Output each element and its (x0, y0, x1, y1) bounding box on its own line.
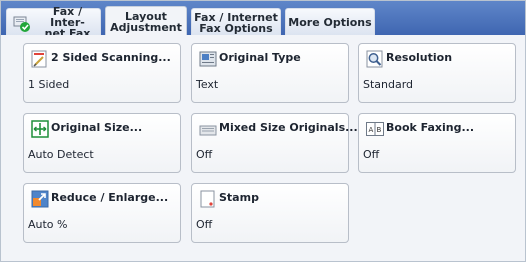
original-type-icon (199, 50, 217, 68)
fax-tab-icon (13, 15, 31, 33)
option-value: Off (196, 148, 213, 161)
option-value: Auto Detect (28, 148, 94, 161)
tab-label: Fax / Internet Fax Options (194, 10, 278, 35)
option-value: 1 Sided (28, 78, 70, 91)
option-title: Original Size... (51, 121, 143, 134)
resolution-icon (366, 50, 384, 68)
option-title: 2 Sided Scanning... (51, 51, 171, 64)
option-title: Stamp (219, 191, 259, 204)
mixed-size-originals-button[interactable]: Mixed Size Originals... Off (191, 113, 358, 173)
svg-text:A: A (369, 126, 374, 134)
duplex-scan-icon (31, 50, 49, 68)
reduce-enlarge-button[interactable]: Reduce / Enlarge... Auto % (23, 183, 181, 243)
option-value: Text (196, 78, 219, 91)
svg-text:B: B (377, 126, 382, 134)
tab-fax-internet-fax[interactable]: Fax / Inter- net Fax (6, 6, 101, 39)
tab-label: Layout Adjustment (110, 10, 182, 34)
stamp-button[interactable]: Stamp Off (191, 183, 349, 243)
resolution-button[interactable]: Resolution Standard (358, 43, 516, 103)
option-title: Book Faxing... (386, 121, 475, 134)
original-size-button[interactable]: Original Size... Auto Detect (23, 113, 181, 173)
option-value: Auto % (28, 218, 68, 231)
tab-more-options[interactable]: More Options (285, 8, 375, 36)
option-title: Mixed Size Originals... (219, 121, 358, 134)
stamp-icon (199, 190, 217, 208)
options-panel: 2 Sided Scanning... 1 Sided Original Typ… (1, 35, 525, 261)
option-title: Resolution (386, 51, 453, 64)
option-value: Standard (363, 78, 414, 91)
tab-bar: Fax / Inter- net Fax Layout Adjustment F… (1, 1, 525, 39)
two-sided-scanning-button[interactable]: 2 Sided Scanning... 1 Sided (23, 43, 181, 103)
mixed-size-icon (199, 120, 217, 138)
option-title: Reduce / Enlarge... (51, 191, 169, 204)
tab-label: More Options (288, 16, 372, 29)
fax-settings-window: Fax / Inter- net Fax Layout Adjustment F… (0, 0, 526, 262)
book-faxing-icon: A B (366, 120, 384, 138)
reduce-enlarge-icon (31, 190, 49, 208)
tab-fax-internet-fax-options[interactable]: Fax / Internet Fax Options (191, 8, 281, 36)
option-value: Off (363, 148, 380, 161)
option-title: Original Type (219, 51, 301, 64)
original-type-button[interactable]: Original Type Text (191, 43, 349, 103)
book-faxing-button[interactable]: A B Book Faxing... Off (358, 113, 516, 173)
original-size-icon (31, 120, 49, 138)
option-value: Off (196, 218, 213, 231)
tab-layout-adjustment[interactable]: Layout Adjustment (105, 6, 187, 37)
